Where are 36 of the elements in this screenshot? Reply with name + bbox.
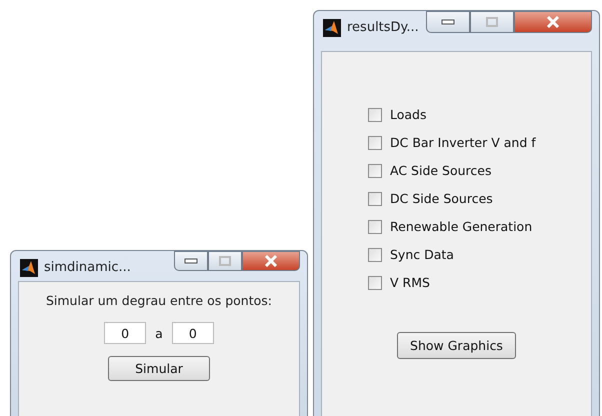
- checkbox-label: Renewable Generation: [390, 219, 532, 234]
- minimize-icon: [441, 19, 455, 25]
- maximize-button[interactable]: [470, 11, 514, 33]
- checkbox-label: Loads: [390, 107, 426, 122]
- checkbox-label: Sync Data: [390, 247, 454, 262]
- checkbox[interactable]: [368, 248, 382, 262]
- maximize-icon: [219, 256, 231, 266]
- show-graphics-button[interactable]: Show Graphics: [397, 332, 516, 359]
- minimize-button[interactable]: [174, 251, 208, 271]
- checkbox-label: V RMS: [390, 275, 430, 290]
- checkbox[interactable]: [368, 192, 382, 206]
- checkbox[interactable]: [368, 164, 382, 178]
- checkbox[interactable]: [368, 220, 382, 234]
- maximize-button[interactable]: [208, 251, 242, 271]
- close-icon: [264, 255, 278, 267]
- minimize-icon: [184, 258, 198, 264]
- maximize-icon: [486, 17, 498, 27]
- checkbox[interactable]: [368, 276, 382, 290]
- close-icon: [546, 16, 560, 28]
- minimize-button[interactable]: [426, 11, 470, 33]
- checkbox[interactable]: [368, 136, 382, 150]
- checkbox-label: AC Side Sources: [390, 163, 492, 178]
- separator-text: a: [155, 326, 163, 340]
- app-logo-icon: [323, 19, 341, 37]
- simulate-button[interactable]: Simular: [108, 356, 210, 381]
- close-button[interactable]: [514, 11, 592, 33]
- window-title: resultsDy...: [347, 20, 420, 35]
- window-title: simdinamic...: [44, 260, 132, 275]
- close-button[interactable]: [242, 251, 300, 271]
- end-point-field[interactable]: 0: [172, 322, 214, 344]
- start-point-field[interactable]: 0: [104, 322, 146, 344]
- checkbox-label: DC Bar Inverter V and f: [390, 135, 536, 150]
- app-logo-icon: [20, 259, 38, 277]
- prompt-text: Simular um degrau entre os pontos:: [44, 293, 274, 308]
- checkbox-label: DC Side Sources: [390, 191, 493, 206]
- checkbox[interactable]: [368, 108, 382, 122]
